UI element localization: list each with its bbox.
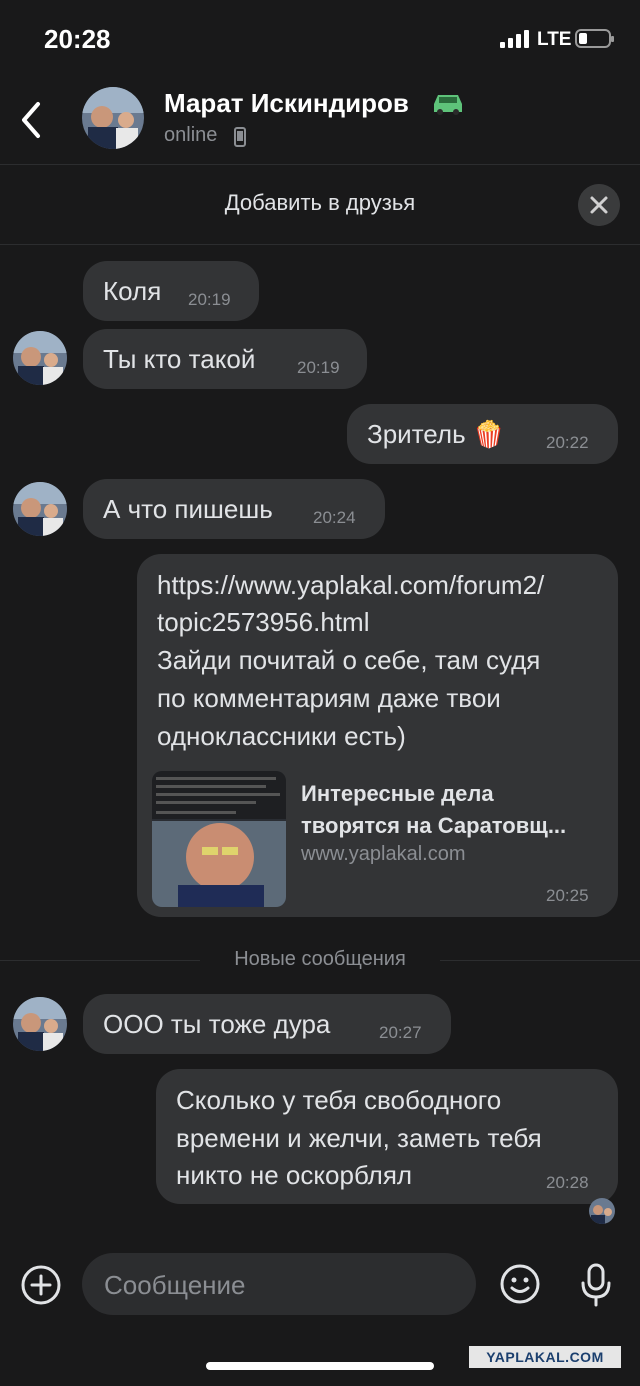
message-text: времени и желчи, заметь тебя [176,1123,542,1153]
avatar[interactable] [13,331,67,385]
preview-title-line: Интересные дела [301,781,494,806]
network-label: LTE [537,29,572,50]
message-text: никто не оскорблял [176,1160,413,1190]
read-receipt-avatar [589,1198,615,1224]
message-text: А что пишешь [103,494,273,524]
battery-icon [575,29,614,48]
attach-plus-icon[interactable] [20,1264,62,1306]
emoji-icon[interactable] [499,1263,541,1305]
new-messages-divider: Новые сообщения [234,948,406,970]
preview-title-line: творятся на Саратовщ... [301,813,567,838]
avatar[interactable] [13,482,67,536]
link-preview-domain: www.yaplakal.com [301,843,466,865]
message-link[interactable]: https://www.yaplakal.com/forum2/ [157,566,544,604]
status-time: 20:28 [44,24,111,54]
close-icon[interactable] [578,184,620,226]
message-time: 20:27 [379,1023,422,1042]
signal-icon [500,30,532,48]
message-text: Зритель 🍿 [367,419,506,449]
avatar[interactable] [13,997,67,1051]
message-link[interactable]: topic2573956.html [157,603,369,641]
online-status: online [164,124,218,146]
message-time: 20:28 [546,1173,589,1192]
link-preview-image[interactable] [152,771,286,907]
link-preview-title[interactable]: Интересные дела творятся на Саратовщ... [301,778,601,842]
message-text: Сколько у тебя свободного [176,1085,502,1115]
chevron-left-icon[interactable] [16,98,52,142]
mobile-phone-icon [234,127,246,147]
watermark: YAPLAKAL.COM [469,1346,621,1368]
home-indicator[interactable] [206,1362,434,1370]
message-text: одноклассники есть) [157,721,406,751]
avatar[interactable] [82,87,144,149]
message-time: 20:19 [188,290,231,309]
message-input-placeholder[interactable]: Сообщение [104,1270,246,1301]
add-friend-button[interactable]: Добавить в друзья [0,190,640,216]
message-text: по комментариям даже твои [157,683,501,713]
message-text: ООО ты тоже дура [103,1009,331,1039]
message-text: Коля [103,276,162,306]
message-time: 20:25 [546,886,589,905]
contact-name[interactable]: Марат Искиндиров [164,88,409,119]
message-time: 20:24 [313,508,356,527]
message-time: 20:22 [546,433,589,452]
header-divider [0,164,640,165]
message-text: Зайди почитай о себе, там судя [157,645,541,675]
microphone-icon[interactable] [578,1262,614,1308]
car-icon [434,95,462,115]
message-time: 20:19 [297,358,340,377]
banner-divider [0,244,640,245]
message-text: Ты кто такой [103,344,256,374]
